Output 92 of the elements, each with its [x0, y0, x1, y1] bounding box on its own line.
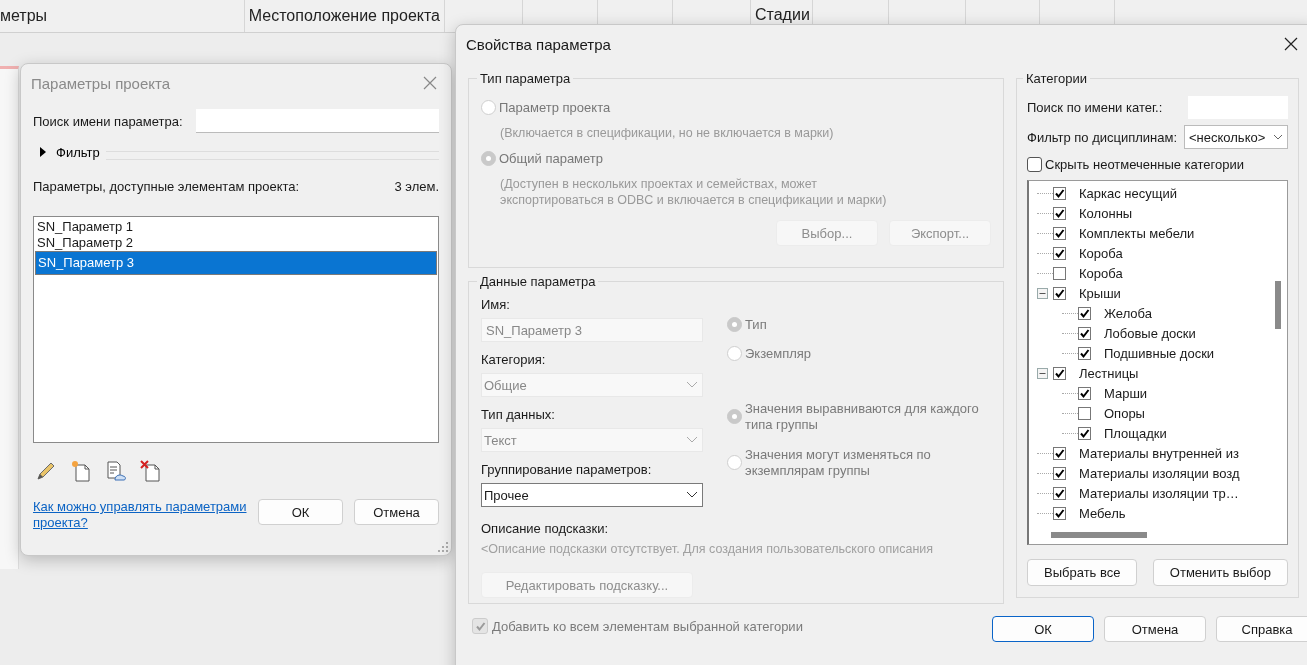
- close-icon[interactable]: [1284, 37, 1298, 51]
- pencil-icon[interactable]: [35, 460, 57, 482]
- caret-icon[interactable]: [39, 147, 47, 157]
- checkbox[interactable]: [1078, 426, 1091, 440]
- tree-item[interactable]: Мебель: [1079, 505, 1126, 521]
- field-label: Фильтр по дисциплинам:: [1027, 129, 1178, 145]
- tree-item[interactable]: Подшивные доски: [1104, 345, 1215, 361]
- group-title: Тип параметра: [479, 71, 572, 86]
- delete-document-icon[interactable]: [140, 460, 162, 482]
- option-description: (Включается в спецификации, но не включается в марки): [499, 125, 835, 141]
- option-label: Значения могут изменяться по экземплярам группы: [745, 447, 932, 479]
- list-label: Параметры, доступные элементам проекта:: [33, 178, 300, 194]
- checkbox[interactable]: [1053, 186, 1066, 200]
- search-field[interactable]: [196, 109, 439, 133]
- scrollbar-thumb[interactable]: [1051, 532, 1147, 538]
- list-item[interactable]: SN_Параметр 3: [35, 251, 437, 275]
- checkbox[interactable]: [1053, 506, 1066, 520]
- checkbox[interactable]: [1078, 326, 1091, 340]
- chevron-icon[interactable]: [686, 491, 698, 499]
- list-item[interactable]: SN_Параметр 2: [35, 235, 437, 251]
- checkbox[interactable]: [1053, 486, 1066, 500]
- checkbox[interactable]: [1053, 466, 1066, 480]
- checkbox-label: Скрыть неотмеченные категории: [1045, 157, 1244, 172]
- option-label: Тип: [745, 317, 767, 332]
- tree-item[interactable]: Желоба: [1104, 305, 1152, 321]
- tree-item[interactable]: Материалы внутренней из: [1079, 445, 1239, 461]
- checkbox[interactable]: [1053, 246, 1066, 260]
- item-count: 3 элем.: [394, 178, 439, 194]
- field-label: Описание подсказки:: [481, 521, 610, 536]
- checkbox-label: Добавить ко всем элементам выбранной категории: [492, 618, 803, 634]
- dropdown[interactable]: Прочее: [481, 483, 703, 507]
- window-title: Параметры проекта: [31, 74, 171, 92]
- field-label: Имя:: [481, 297, 511, 312]
- field-label: Поиск имени параметра:: [33, 113, 183, 129]
- checkbox[interactable]: [1078, 386, 1091, 400]
- checkbox[interactable]: [1078, 306, 1091, 320]
- checkbox[interactable]: [1053, 446, 1066, 460]
- window-title: Свойства параметра: [466, 35, 611, 53]
- dialog-button[interactable]: ОК: [258, 499, 343, 525]
- checkbox[interactable]: [1053, 266, 1066, 280]
- option-label: Значения выравниваются для каждого типа группы: [745, 401, 980, 433]
- tree-item[interactable]: Колонны: [1079, 205, 1133, 221]
- tree-item[interactable]: Лестницы: [1079, 365, 1139, 381]
- tree-item[interactable]: Каркас несущий: [1079, 185, 1177, 201]
- field-label: Поиск по имени катег.:: [1027, 100, 1163, 115]
- new-document-icon[interactable]: [70, 460, 92, 482]
- tree-item[interactable]: Марши: [1104, 385, 1148, 401]
- checkbox[interactable]: [1078, 406, 1091, 420]
- tree-item[interactable]: Площадки: [1104, 425, 1167, 441]
- tree-item[interactable]: Материалы изоляции возд: [1079, 465, 1240, 481]
- dialog-button[interactable]: Отмена: [1104, 616, 1206, 642]
- tree-item[interactable]: Короба: [1079, 245, 1123, 261]
- column-header[interactable]: Стадии: [755, 6, 810, 24]
- option-label: Параметр проекта: [499, 100, 611, 115]
- tree-item[interactable]: Крыши: [1079, 285, 1121, 301]
- scrollbar-thumb[interactable]: [1275, 281, 1281, 329]
- hint-text: <Описание подсказки отсутствует. Для создания пользовательского описания: [481, 542, 935, 556]
- dialog-button[interactable]: Отмена: [354, 499, 439, 525]
- list-item[interactable]: SN_Параметр 1: [35, 219, 437, 235]
- tree-item[interactable]: Комплекты мебели: [1079, 225, 1195, 241]
- checkbox[interactable]: [1053, 226, 1066, 240]
- chevron-icon[interactable]: [1273, 134, 1283, 140]
- tree-item[interactable]: Короба: [1079, 265, 1123, 281]
- column-header[interactable]: Местоположение проекта: [248, 7, 440, 25]
- dialog-button[interactable]: Отменить выбор: [1152, 559, 1288, 586]
- document-icon[interactable]: [105, 460, 127, 482]
- field-label: Группирование параметров:: [481, 462, 653, 477]
- collapse-icon[interactable]: [1037, 367, 1048, 379]
- checkbox[interactable]: [1027, 157, 1042, 172]
- dropdown[interactable]: <несколько>: [1184, 125, 1288, 149]
- collapse-icon[interactable]: [1037, 287, 1048, 299]
- field-label: Категория:: [481, 352, 547, 367]
- checkbox[interactable]: [1053, 286, 1066, 300]
- checkbox[interactable]: [1078, 346, 1091, 360]
- dialog-button[interactable]: Выбрать все: [1027, 559, 1138, 586]
- group-title: Данные параметра: [479, 274, 597, 289]
- checkbox[interactable]: [1053, 206, 1066, 220]
- option-description: (Доступен в нескольких проектах и семействах, может экспортироваться в ODBC и включается в спецификации и марки): [499, 176, 888, 208]
- option-label: Экземпляр: [745, 346, 812, 361]
- help-link[interactable]: Как можно управлять параметрами проекта?: [33, 499, 253, 531]
- resize-grip[interactable]: [438, 542, 448, 552]
- tree-item[interactable]: Материалы изоляции тр…: [1079, 485, 1239, 501]
- tree-item[interactable]: Лобовые доски: [1104, 325, 1196, 341]
- tree-item[interactable]: Опоры: [1104, 405, 1145, 421]
- group-title: Категории: [1025, 71, 1088, 86]
- dialog-button[interactable]: Справка: [1216, 616, 1307, 642]
- dialog-button[interactable]: ОК: [992, 616, 1094, 642]
- checkbox[interactable]: [1053, 366, 1066, 380]
- filter-expander[interactable]: Фильтр: [33, 144, 106, 160]
- option-label: Общий параметр: [499, 151, 604, 166]
- field-label: Тип данных:: [481, 407, 556, 422]
- column-header[interactable]: метры: [0, 7, 48, 25]
